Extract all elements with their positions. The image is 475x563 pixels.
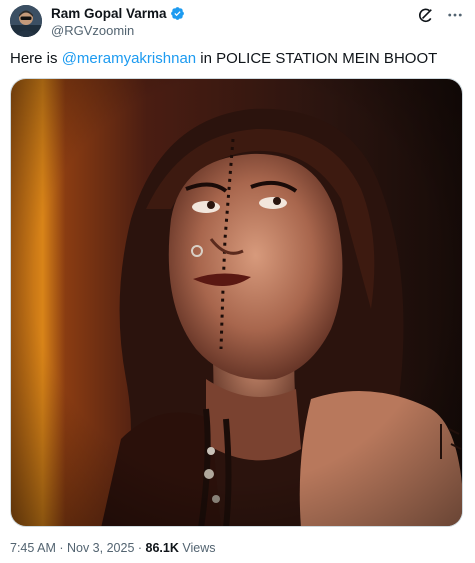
tweet-header: Ram Gopal Varma @RGVzoomin bbox=[10, 5, 465, 39]
author-avatar[interactable] bbox=[10, 5, 42, 37]
tweet-text-prefix: Here is bbox=[10, 50, 62, 67]
meta-separator: · bbox=[55, 541, 67, 555]
tweet-time[interactable]: 7:45 AM bbox=[10, 541, 56, 555]
author-display-name[interactable]: Ram Gopal Varma bbox=[51, 6, 167, 21]
tweet-card: Ram Gopal Varma @RGVzoomin Here is @mera… bbox=[0, 0, 475, 563]
mention-link[interactable]: @meramyakrishnan bbox=[62, 50, 196, 67]
author-info: Ram Gopal Varma @RGVzoomin bbox=[51, 5, 185, 38]
author-name-row: Ram Gopal Varma bbox=[51, 5, 185, 22]
tweet-photo[interactable] bbox=[10, 78, 463, 527]
tweet-date[interactable]: Nov 3, 2025 bbox=[67, 541, 134, 555]
verified-badge-icon[interactable] bbox=[170, 6, 185, 21]
more-options-icon[interactable] bbox=[445, 5, 465, 25]
header-actions bbox=[415, 5, 465, 25]
photo-image bbox=[11, 79, 462, 526]
tweet-text: Here is @meramyakrishnan in POLICE STATI… bbox=[10, 50, 437, 68]
tweet-text-suffix: in POLICE STATION MEIN BHOOT bbox=[196, 50, 438, 67]
views-label: Views bbox=[178, 541, 216, 555]
tweet-meta: 7:45 AM · Nov 3, 2025 · 86.1K Views bbox=[10, 541, 215, 555]
avatar-image bbox=[10, 5, 42, 37]
views-count: 86.1K bbox=[145, 541, 179, 555]
grok-icon[interactable] bbox=[415, 5, 435, 25]
author-handle[interactable]: @RGVzoomin bbox=[51, 23, 185, 38]
meta-separator: · bbox=[134, 541, 146, 555]
